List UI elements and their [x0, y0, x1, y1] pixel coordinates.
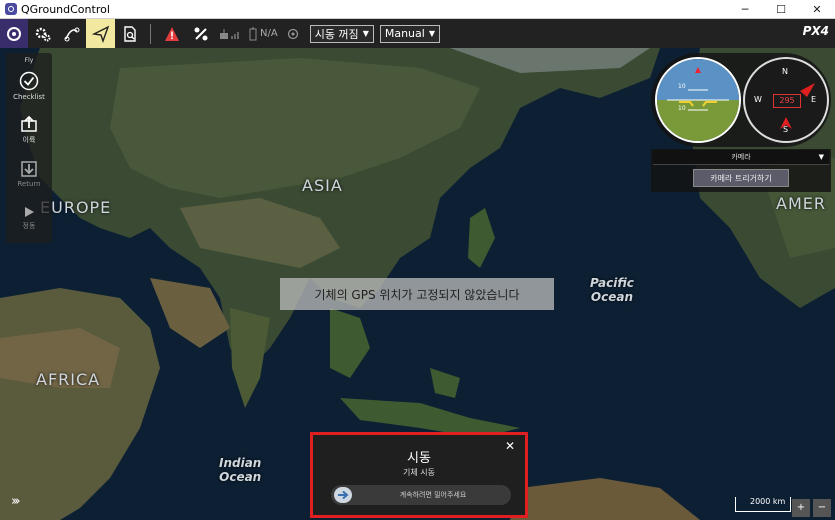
toolstrip-header: Fly — [24, 57, 34, 64]
flight-mode-dropdown[interactable]: 시동 꺼짐 ▼ — [309, 24, 374, 43]
chevron-down-icon: ▼ — [428, 29, 435, 38]
arm-slide-to-confirm[interactable]: 계속하려면 밀어주세요 — [331, 485, 511, 505]
attitude-overlay — [667, 67, 729, 111]
plan-view-button[interactable] — [86, 19, 115, 48]
fly-toolstrip: Fly Checklist 이륙 Return 정동 — [6, 53, 52, 243]
main-toolbar: N/A 시동 꺼짐 ▼ Manual ▼ PX4 — [0, 19, 835, 48]
gps-status-message: 기체의 GPS 위치가 고정되지 않았습니다 — [314, 287, 520, 302]
analyze-button[interactable] — [115, 19, 144, 48]
chevron-down-icon: ▼ — [362, 29, 369, 38]
attitude-indicator: 10 10 — [655, 57, 741, 143]
map-label-asia: ASIA — [302, 176, 343, 195]
map-scale-label: 2000 km — [750, 497, 786, 506]
arm-confirm-dialog: 시동 기체 시동 ✕ 계속하려면 밀어주세요 — [310, 432, 528, 518]
arm-dialog-subtitle: 기체 시동 — [403, 468, 435, 477]
toolbar-divider — [150, 23, 151, 44]
return-icon — [21, 161, 37, 177]
checklist-icon — [19, 71, 39, 91]
gears-icon — [35, 27, 50, 41]
arrow-right-icon — [338, 490, 349, 500]
action-label: 정동 — [22, 222, 36, 230]
checklist-label: Checklist — [13, 93, 45, 101]
control-mode-dropdown[interactable]: Manual ▼ — [379, 24, 440, 43]
settings-button[interactable] — [28, 19, 57, 48]
heading-readout: 295 — [773, 94, 801, 108]
battery-icon — [249, 27, 257, 40]
waypoint-path-icon — [64, 27, 79, 41]
close-icon[interactable]: ✕ — [505, 439, 515, 453]
vehicle-setup-button[interactable] — [57, 19, 86, 48]
qgc-app-icon — [5, 3, 17, 15]
map-label-america: AMER — [776, 194, 826, 213]
slider-handle[interactable] — [334, 487, 352, 503]
window-title-bar: QGroundControl ─ ☐ ✕ — [0, 0, 835, 19]
paper-plane-icon — [91, 25, 109, 43]
qgc-menu-button[interactable] — [0, 19, 28, 48]
crosshair-icon — [287, 28, 298, 39]
slider-hint: 계속하려면 밀어주세요 — [399, 491, 467, 499]
warning-indicator[interactable] — [157, 19, 186, 48]
pitch-top-label: 10 — [678, 83, 686, 90]
pitch-bottom-label: 10 — [678, 105, 686, 112]
indian-ocean-text: Indian Ocean — [219, 456, 262, 484]
arm-dialog-title: 시동 — [407, 451, 431, 466]
drone-icon — [194, 27, 207, 40]
zoom-out-button[interactable]: − — [813, 499, 831, 517]
expand-chevron-icon[interactable]: ››› — [11, 494, 20, 509]
camera-trigger-button[interactable]: 카메라 트리거하기 — [693, 169, 789, 187]
camera-selector-value: 카메라 — [731, 153, 751, 161]
map-label-africa: AFRICA — [36, 370, 101, 389]
chevron-down-icon: ▼ — [818, 153, 824, 161]
camera-selector[interactable]: 카메라 ▼ — [653, 150, 829, 165]
flight-mode-value: 시동 꺼짐 — [314, 27, 359, 41]
px4-logo: PX4 — [802, 24, 829, 38]
action-button[interactable]: 정동 — [6, 196, 52, 240]
radio-signal-icon — [220, 28, 239, 39]
takeoff-button[interactable]: 이륙 — [6, 108, 52, 152]
window-title: QGroundControl — [21, 2, 110, 16]
vehicle-status-indicator[interactable] — [186, 19, 215, 48]
maximize-button[interactable]: ☐ — [763, 0, 799, 18]
compass: N E S W 295 — [743, 57, 829, 143]
zoom-in-button[interactable]: + — [792, 499, 810, 517]
qgc-logo-icon — [7, 26, 21, 41]
takeoff-label: 이륙 — [22, 136, 36, 144]
return-label: Return — [17, 180, 41, 188]
takeoff-icon — [21, 115, 37, 132]
map-label-pacific: Pacific Ocean — [590, 276, 634, 304]
gps-indicator[interactable]: N/A — [249, 27, 278, 41]
gps-value: N/A — [260, 28, 278, 39]
close-window-button[interactable]: ✕ — [799, 0, 835, 18]
return-button[interactable]: Return — [6, 152, 52, 196]
gps-status-toast: 기체의 GPS 위치가 고정되지 않았습니다 — [280, 278, 554, 310]
telemetry-indicator[interactable] — [219, 28, 241, 40]
document-search-icon — [123, 25, 136, 42]
pacific-ocean-text: Pacific Ocean — [590, 276, 634, 304]
control-mode-value: Manual — [384, 27, 425, 40]
camera-panel: 카메라 ▼ 카메라 트리거하기 — [651, 149, 831, 192]
map-label-indian: Indian Ocean — [219, 456, 261, 484]
play-icon — [25, 207, 34, 217]
checklist-button[interactable]: Checklist — [6, 64, 52, 108]
minimize-button[interactable]: ─ — [727, 0, 763, 18]
warning-triangle-icon — [164, 26, 179, 41]
window-controls: ─ ☐ ✕ — [727, 0, 835, 18]
rc-rssi-indicator[interactable] — [286, 27, 300, 41]
